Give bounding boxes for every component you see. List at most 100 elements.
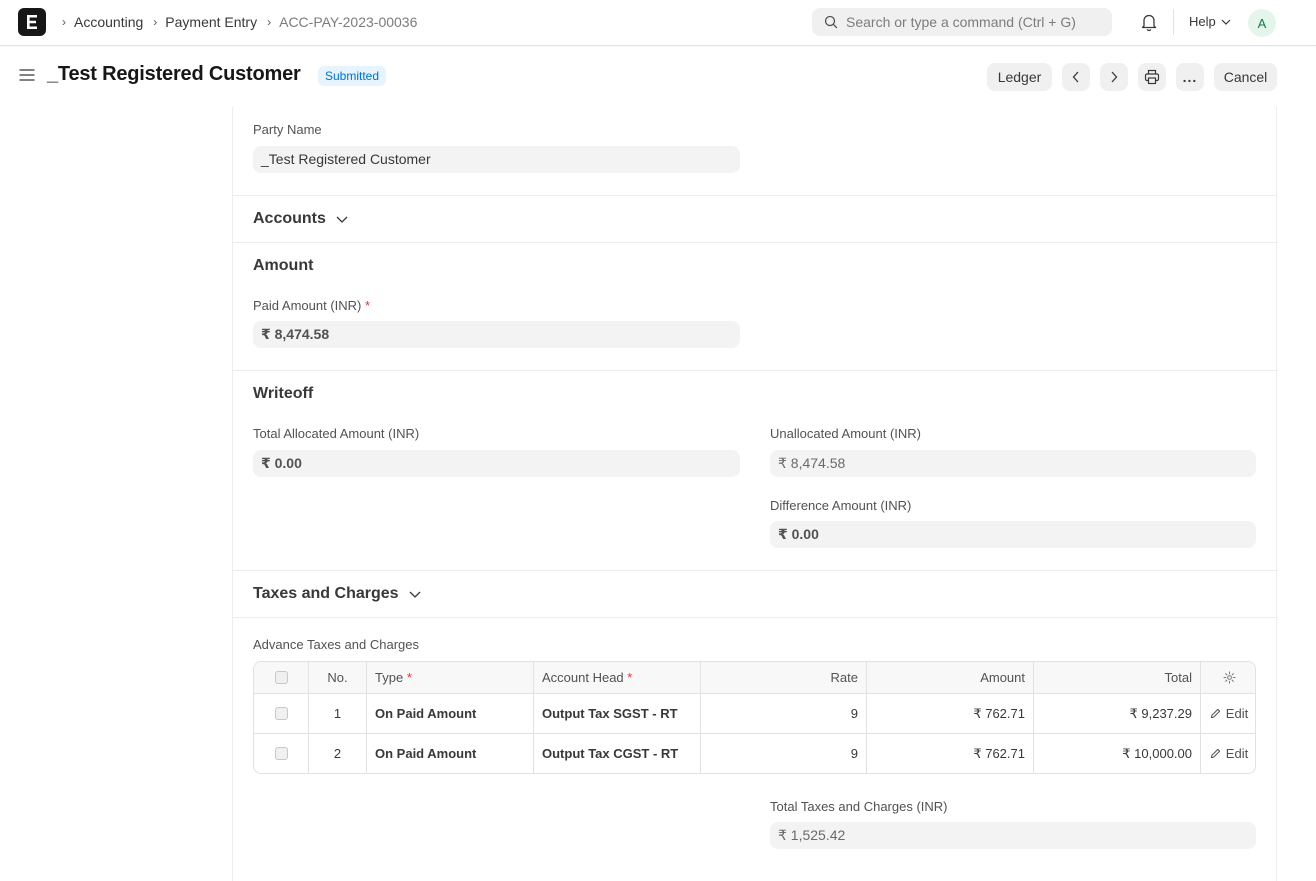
chevron-down-icon <box>1221 19 1231 25</box>
pencil-icon <box>1210 748 1220 759</box>
sidebar-toggle-icon[interactable] <box>19 67 35 86</box>
user-avatar[interactable]: A <box>1248 9 1276 37</box>
total-taxes-label: Total Taxes and Charges (INR) <box>770 799 948 814</box>
section-divider <box>233 570 1278 571</box>
accounts-section-title: Accounts <box>253 210 326 227</box>
select-all-cell <box>254 662 309 693</box>
awesomebar-search[interactable] <box>812 8 1112 36</box>
help-dropdown[interactable]: Help <box>1189 14 1231 29</box>
print-button[interactable] <box>1138 63 1166 91</box>
required-asterisk: * <box>365 298 371 313</box>
row-edit-button[interactable]: Edit <box>1201 694 1255 733</box>
notification-bell-icon[interactable] <box>1140 12 1158 35</box>
row-account-head[interactable]: Output Tax CGST - RT <box>534 734 701 773</box>
gear-icon <box>1222 671 1236 684</box>
row-total[interactable]: ₹ 10,000.00 <box>1034 734 1201 773</box>
header-type-text: Type <box>375 670 404 685</box>
chevron-right-icon: › <box>267 15 272 29</box>
total-taxes-field: ₹ 1,525.42 <box>770 822 1256 849</box>
section-divider <box>233 370 1278 371</box>
row-type[interactable]: On Paid Amount <box>367 734 534 773</box>
row-no: 2 <box>309 734 367 773</box>
row-checkbox[interactable] <box>274 747 288 760</box>
unallocated-amount-label: Unallocated Amount (INR) <box>770 426 922 441</box>
row-amount[interactable]: ₹ 762.71 <box>867 694 1034 733</box>
row-select-cell <box>254 694 309 733</box>
required-asterisk: * <box>406 670 412 685</box>
row-select-cell <box>254 734 309 773</box>
chevron-down-icon <box>336 216 348 223</box>
table-row[interactable]: 1 On Paid Amount Output Tax SGST - RT 9 … <box>254 693 1255 733</box>
breadcrumb: › Accounting › Payment Entry › ACC-PAY-2… <box>60 0 425 44</box>
row-amount[interactable]: ₹ 762.71 <box>867 734 1034 773</box>
column-settings-button[interactable] <box>1201 662 1255 693</box>
pencil-icon <box>1210 708 1220 719</box>
app-logo-icon[interactable] <box>18 8 46 36</box>
table-row[interactable]: 2 On Paid Amount Output Tax CGST - RT 9 … <box>254 733 1255 773</box>
total-allocated-amount-field: ₹ 0.00 <box>253 450 740 477</box>
section-divider <box>233 242 1278 243</box>
page-title: _Test Registered Customer <box>47 63 301 85</box>
top-navbar: › Accounting › Payment Entry › ACC-PAY-2… <box>0 0 1316 46</box>
chevron-right-icon: › <box>62 15 66 29</box>
chevron-right-icon <box>1111 71 1118 83</box>
writeoff-section-title: Writeoff <box>253 385 314 402</box>
navbar-divider <box>1173 9 1174 35</box>
row-edit-link[interactable]: Edit <box>1210 746 1248 761</box>
total-allocated-amount-label: Total Allocated Amount (INR) <box>253 426 420 441</box>
row-type[interactable]: On Paid Amount <box>367 694 534 733</box>
header-type: Type * <box>367 662 534 693</box>
breadcrumb-current-document[interactable]: ACC-PAY-2023-00036 <box>279 14 417 30</box>
header-account-head-text: Account Head <box>542 670 624 685</box>
header-total: Total <box>1034 662 1201 693</box>
status-badge: Submitted <box>318 66 387 86</box>
edit-label: Edit <box>1225 746 1249 761</box>
breadcrumb-payment-entry[interactable]: Payment Entry <box>165 14 257 30</box>
taxes-section-title: Taxes and Charges <box>253 585 399 602</box>
amount-section-title: Amount <box>253 257 314 274</box>
header-rate: Rate <box>701 662 867 693</box>
table-header-row: No. Type * Account Head * Rate Amount To… <box>254 662 1255 693</box>
paid-amount-label: Paid Amount (INR) * <box>253 298 370 313</box>
row-checkbox[interactable] <box>274 707 288 720</box>
previous-document-button[interactable] <box>1062 63 1090 91</box>
cancel-button[interactable]: Cancel <box>1214 63 1277 91</box>
header-no: No. <box>309 662 367 693</box>
advance-taxes-label: Advance Taxes and Charges <box>253 637 419 652</box>
section-divider <box>233 195 1278 196</box>
taxes-section-header[interactable]: Taxes and Charges <box>253 585 421 603</box>
chevron-down-icon <box>409 591 421 598</box>
required-asterisk: * <box>627 670 633 685</box>
row-no: 1 <box>309 694 367 733</box>
breadcrumb-accounting[interactable]: Accounting <box>74 14 143 30</box>
search-icon <box>824 15 838 29</box>
header-amount: Amount <box>867 662 1034 693</box>
chevron-left-icon <box>1072 71 1079 83</box>
payment-entry-form: Party Name _Test Registered Customer Acc… <box>232 107 1278 881</box>
advance-taxes-table: No. Type * Account Head * Rate Amount To… <box>253 661 1256 774</box>
accounts-section-header[interactable]: Accounts <box>253 210 348 228</box>
paid-amount-field: ₹ 8,474.58 <box>253 321 740 348</box>
row-rate[interactable]: 9 <box>701 734 867 773</box>
paid-amount-label-text: Paid Amount (INR) <box>253 298 362 313</box>
search-input[interactable] <box>846 14 1106 30</box>
difference-amount-field: ₹ 0.00 <box>770 521 1256 548</box>
edit-label: Edit <box>1225 706 1249 721</box>
more-actions-button[interactable]: ... <box>1176 63 1204 91</box>
row-rate[interactable]: 9 <box>701 694 867 733</box>
unallocated-amount-field: ₹ 8,474.58 <box>770 450 1256 477</box>
help-label: Help <box>1189 14 1216 29</box>
ledger-button[interactable]: Ledger <box>987 63 1052 91</box>
header-account-head: Account Head * <box>534 662 701 693</box>
next-document-button[interactable] <box>1100 63 1128 91</box>
select-all-checkbox[interactable] <box>274 671 288 684</box>
row-edit-link[interactable]: Edit <box>1210 706 1248 721</box>
party-name-field[interactable]: _Test Registered Customer <box>253 146 740 173</box>
row-total[interactable]: ₹ 9,237.29 <box>1034 694 1201 733</box>
printer-icon <box>1144 69 1160 85</box>
party-name-label: Party Name <box>253 122 322 137</box>
section-divider <box>233 617 1278 618</box>
row-edit-button[interactable]: Edit <box>1201 734 1255 773</box>
difference-amount-label: Difference Amount (INR) <box>770 498 912 513</box>
row-account-head[interactable]: Output Tax SGST - RT <box>534 694 701 733</box>
